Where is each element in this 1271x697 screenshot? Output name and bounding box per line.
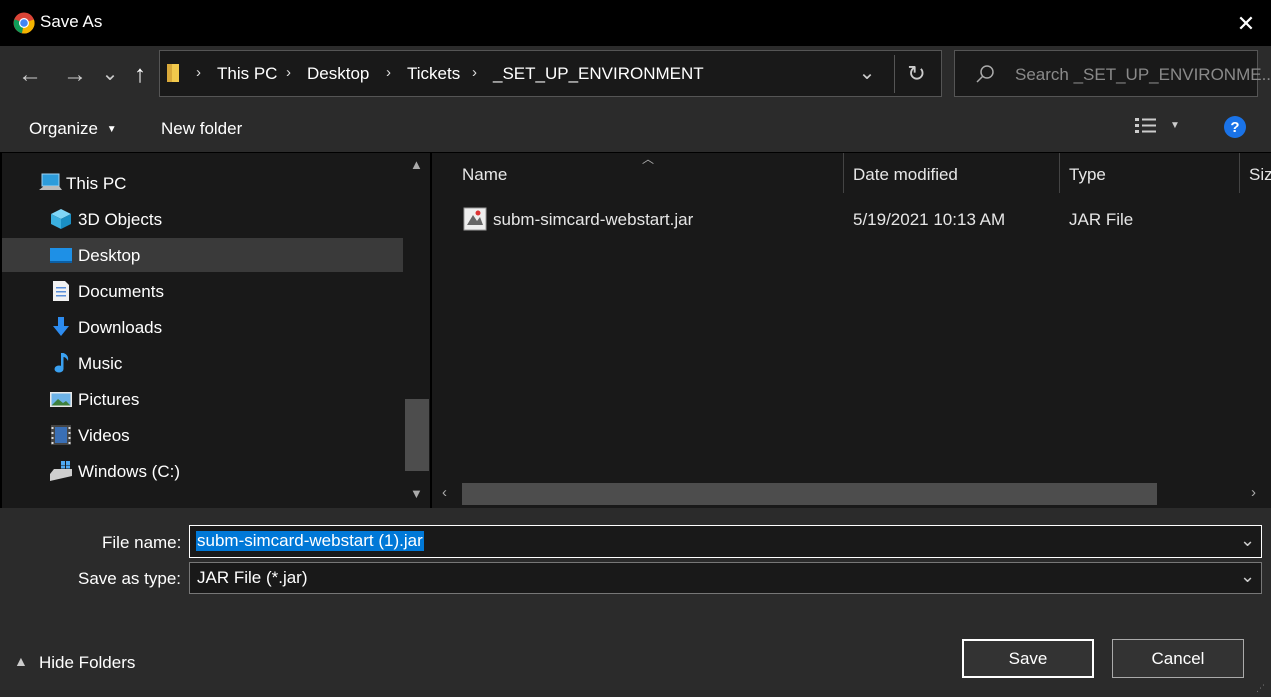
scrollbar-thumb[interactable] xyxy=(405,399,429,471)
sidebar-item-label: Desktop xyxy=(78,246,141,265)
sidebar-item-label: This PC xyxy=(66,174,127,193)
save-button[interactable]: Save xyxy=(962,639,1094,678)
column-header-type[interactable]: Type xyxy=(1069,165,1106,185)
sort-ascending-icon: ︿ xyxy=(642,152,655,166)
search-icon xyxy=(976,65,994,83)
sidebar-item-label: Downloads xyxy=(78,318,163,337)
up-button[interactable]: ↑ xyxy=(126,61,154,88)
scroll-up-icon[interactable]: ▲ xyxy=(410,157,423,172)
sidebar-item-label: Documents xyxy=(78,282,164,301)
save-as-type-label: Save as type: xyxy=(78,569,182,588)
breadcrumb-separator: › xyxy=(196,64,201,81)
computer-icon xyxy=(39,173,62,190)
chevron-down-icon: ⌄ xyxy=(101,62,119,85)
search-input[interactable]: Search _SET_UP_ENVIRONME... xyxy=(1015,65,1271,85)
breadcrumb-tickets[interactable]: Tickets xyxy=(407,64,460,84)
sidebar-item-label: Music xyxy=(78,354,123,373)
breadcrumb-separator: › xyxy=(286,64,291,81)
breadcrumb-set-up-environment[interactable]: _SET_UP_ENVIRONMENT xyxy=(493,64,704,84)
file-name-input[interactable]: subm-simcard-webstart (1).jar xyxy=(196,531,424,551)
scroll-right-icon[interactable]: › xyxy=(1251,484,1256,501)
sidebar-item-label: Windows (C:) xyxy=(78,462,181,481)
refresh-icon: ↻ xyxy=(907,61,926,86)
recent-locations-button[interactable]: ⌄ xyxy=(96,60,124,86)
resize-grip-icon[interactable]: ⋰ xyxy=(1256,683,1268,695)
close-button[interactable]: ✕ xyxy=(1232,10,1260,38)
sidebar-item-label: 3D Objects xyxy=(78,210,163,229)
forward-arrow-icon: → xyxy=(63,61,87,88)
breadcrumb-separator: › xyxy=(386,64,391,81)
close-icon: ✕ xyxy=(1236,11,1256,36)
hide-folders-label: Hide Folders xyxy=(39,653,136,672)
hide-folders-button[interactable]: ▲ Hide Folders xyxy=(14,653,136,673)
document-icon xyxy=(53,281,69,301)
video-icon xyxy=(51,425,71,445)
file-name-label: File name: xyxy=(102,533,182,552)
breadcrumb-this-pc[interactable]: This PC xyxy=(217,64,277,84)
save-as-type-value: JAR File (*.jar) xyxy=(197,568,308,587)
column-header-date-modified[interactable]: Date modified xyxy=(853,165,958,185)
new-folder-button[interactable]: New folder xyxy=(161,119,242,139)
organize-label: Organize xyxy=(29,119,98,138)
sidebar-item-this-pc[interactable] xyxy=(2,166,403,200)
save-as-type-select[interactable] xyxy=(189,562,1262,594)
chevron-down-icon: ⌄ xyxy=(858,62,876,84)
scrollbar-thumb[interactable] xyxy=(462,483,1157,505)
sidebar-item-label: Pictures xyxy=(78,390,140,409)
music-icon xyxy=(54,353,69,373)
caret-down-icon: ▼ xyxy=(106,124,117,136)
column-header-size[interactable]: Siz xyxy=(1249,165,1271,185)
scroll-left-icon[interactable]: ‹ xyxy=(442,484,447,501)
column-divider[interactable] xyxy=(1239,153,1240,193)
help-icon[interactable]: ? xyxy=(1224,116,1246,138)
sidebar-item-label: Videos xyxy=(78,426,130,445)
back-arrow-icon: ← xyxy=(18,61,42,88)
refresh-button[interactable]: ↻ xyxy=(894,55,938,93)
file-type-cell: JAR File xyxy=(1069,210,1134,229)
jar-file-icon xyxy=(463,207,487,231)
up-arrow-icon: ↑ xyxy=(134,61,146,88)
file-name-cell: subm-simcard-webstart.jar xyxy=(493,210,694,229)
address-dropdown-button[interactable]: ⌄ xyxy=(856,60,878,86)
download-icon xyxy=(53,317,69,336)
chevron-up-icon: ▲ xyxy=(14,653,28,669)
picture-icon xyxy=(50,392,72,407)
view-options-caret-icon[interactable]: ▼ xyxy=(1170,120,1180,131)
column-divider[interactable] xyxy=(1059,153,1060,193)
column-header-name[interactable]: Name xyxy=(462,165,507,185)
drive-icon xyxy=(50,461,72,481)
chevron-down-icon[interactable]: ⌄ xyxy=(1240,566,1255,587)
breadcrumb-desktop[interactable]: Desktop xyxy=(307,64,369,84)
scroll-down-icon[interactable]: ▼ xyxy=(410,486,423,501)
chrome-icon xyxy=(13,12,35,34)
cube-icon xyxy=(51,209,71,229)
forward-button[interactable]: → xyxy=(61,61,89,88)
breadcrumb-separator: › xyxy=(472,64,477,81)
cancel-button[interactable]: Cancel xyxy=(1112,639,1244,678)
organize-button[interactable]: Organize ▼ xyxy=(29,119,117,139)
chevron-down-icon[interactable]: ⌄ xyxy=(1240,530,1255,551)
back-button[interactable]: ← xyxy=(16,61,44,88)
title-bar xyxy=(0,0,1271,46)
column-divider[interactable] xyxy=(843,153,844,193)
view-details-icon[interactable] xyxy=(1134,117,1158,135)
desktop-icon xyxy=(50,248,72,263)
folder-icon xyxy=(167,64,179,82)
file-date-cell: 5/19/2021 10:13 AM xyxy=(853,210,1006,229)
window-title: Save As xyxy=(40,12,103,31)
